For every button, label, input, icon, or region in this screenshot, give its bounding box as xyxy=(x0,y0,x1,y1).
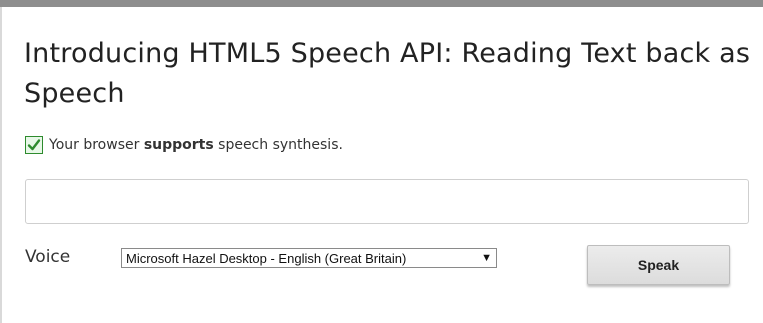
support-status: Your browser supports speech synthesis. xyxy=(25,136,343,154)
support-text-suffix: speech synthesis. xyxy=(213,137,343,153)
support-text-emphasis: supports xyxy=(143,137,214,153)
check-icon xyxy=(25,136,43,154)
speak-button[interactable]: Speak xyxy=(587,245,730,285)
support-text-prefix: Your browser xyxy=(49,137,144,153)
voice-label: Voice xyxy=(25,247,71,267)
speech-text-input[interactable] xyxy=(25,179,749,224)
left-border xyxy=(0,7,2,323)
page-title: Introducing HTML5 Speech API: Reading Te… xyxy=(24,38,751,109)
voice-select[interactable]: Microsoft Hazel Desktop - English (Great… xyxy=(121,248,497,268)
chevron-down-icon: ▼ xyxy=(481,252,492,264)
top-border-bar xyxy=(0,0,763,7)
voice-select-value: Microsoft Hazel Desktop - English (Great… xyxy=(126,250,407,266)
